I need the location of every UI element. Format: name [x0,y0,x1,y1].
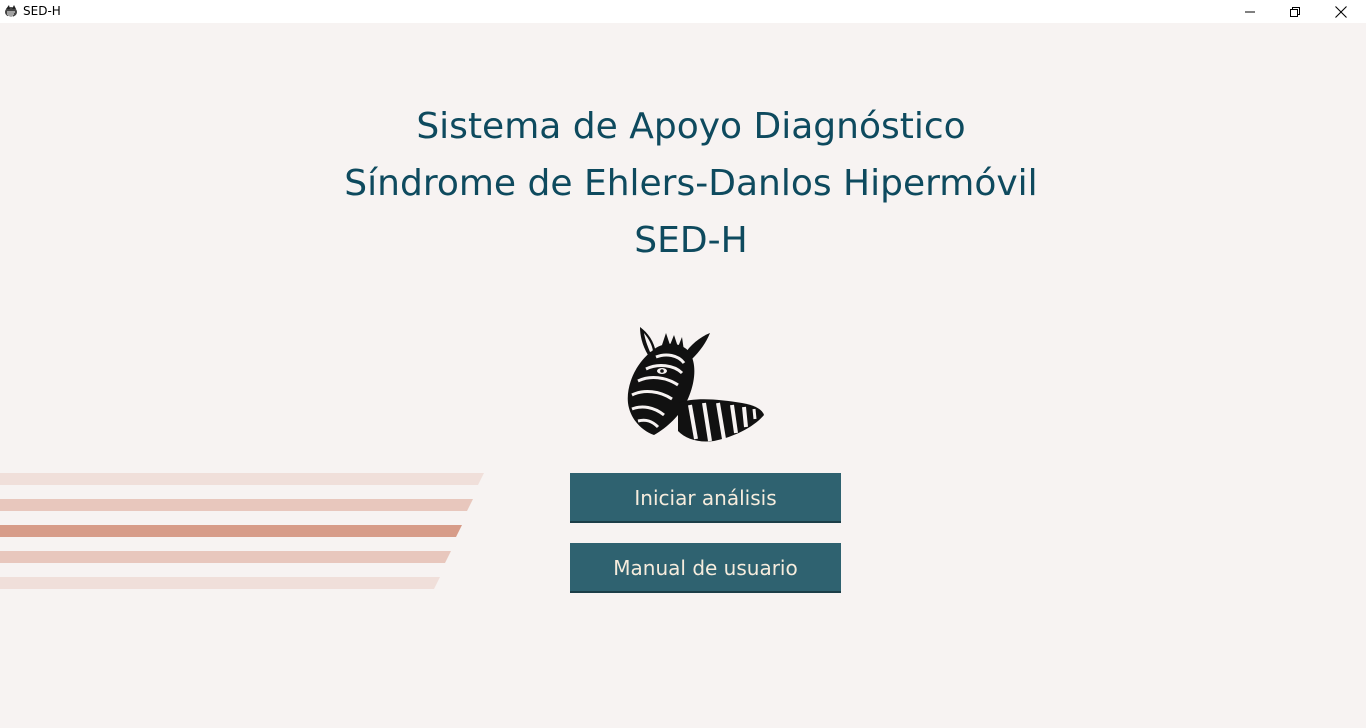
user-manual-button[interactable]: Manual de usuario [570,543,841,593]
zebra-icon [627,327,764,442]
restore-button[interactable] [1272,0,1318,23]
main-window: Sistema de Apoyo Diagnóstico Síndrome de… [0,23,1366,728]
stripe-1 [0,473,484,485]
decorative-stripes [0,473,484,589]
restore-icon [1290,6,1300,17]
title-line-3: SED-H [634,220,748,261]
minimize-button[interactable] [1227,0,1273,23]
stripe-4 [0,551,451,563]
close-button[interactable] [1318,0,1364,23]
title-line-2: Síndrome de Ehlers-Danlos Hipermóvil [344,163,1038,204]
start-analysis-button[interactable]: Iniciar análisis [570,473,841,523]
window-title: SED-H [23,4,61,18]
zebra-app-icon [5,5,17,17]
close-icon [1335,5,1347,18]
title-line-1: Sistema de Apoyo Diagnóstico [416,106,966,147]
stripe-5 [0,577,440,589]
stripe-2 [0,499,473,511]
title-bar: SED-H [0,0,1366,23]
stripe-3 [0,525,462,537]
minimize-icon [1245,11,1255,12]
